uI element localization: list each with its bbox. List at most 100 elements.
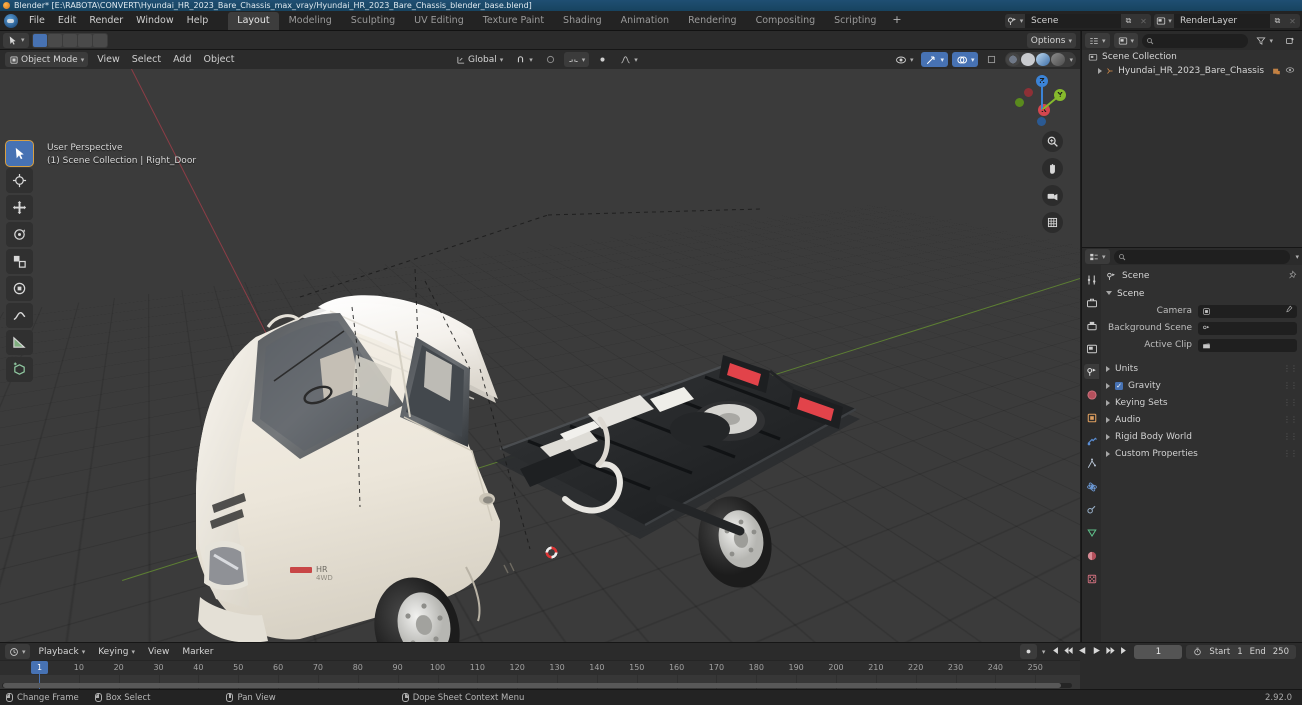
material-tab[interactable] (1084, 548, 1099, 563)
jump-start-button[interactable] (1049, 645, 1060, 659)
world-tab[interactable] (1084, 387, 1099, 402)
tab-rendering[interactable]: Rendering (679, 12, 746, 30)
timeline-ruler[interactable]: 10 20 30 40 50 60 70 80 90 100 110 120 130 140 150 160 1… (0, 660, 1080, 675)
background-scene-field[interactable] (1198, 321, 1297, 335)
shading-material-icon[interactable] (1036, 53, 1051, 66)
add-cube-tool[interactable] (6, 357, 33, 382)
tab-shading[interactable]: Shading (554, 12, 611, 30)
audio-section[interactable]: Audio ⋮⋮ (1106, 412, 1298, 427)
physics-tab[interactable] (1084, 479, 1099, 494)
new-collection-icon[interactable] (1281, 33, 1299, 48)
keying-menu[interactable]: Keying ▾ (94, 644, 139, 659)
playback-menu[interactable]: Playback ▾ (35, 644, 90, 659)
scale-tool[interactable] (6, 249, 33, 274)
proportional-editing-icon[interactable]: ▾ (563, 52, 590, 67)
texture-tab[interactable] (1084, 571, 1099, 586)
tab-compositing[interactable]: Compositing (747, 12, 825, 30)
viewport-menu-select[interactable]: Select (127, 52, 166, 67)
camera-icon[interactable] (1042, 185, 1063, 206)
output-tab[interactable] (1084, 318, 1099, 333)
visibility-icon[interactable]: ▾ (891, 52, 918, 67)
rigid-body-world-section[interactable]: Rigid Body World ⋮⋮ (1106, 429, 1298, 444)
unlink-scene-button[interactable]: ✕ (1136, 14, 1151, 28)
editor-type-icon-timeline[interactable]: ▾ (5, 644, 30, 659)
overlays-toggle[interactable]: ▾ (951, 52, 979, 67)
timeline-view-menu[interactable]: View (144, 644, 173, 659)
proportional-falloff-icon[interactable] (593, 52, 612, 67)
editor-type-icon-properties[interactable]: ▾ (1085, 249, 1110, 264)
next-keyframe-button[interactable] (1105, 645, 1116, 659)
visibility-eye-icon[interactable] (1285, 65, 1295, 78)
select-box-tool[interactable] (6, 141, 33, 166)
display-mode-icon[interactable]: ▾ (1113, 33, 1139, 48)
shading-mode-group[interactable]: ▾ (1005, 52, 1076, 67)
properties-options-caret[interactable]: ▾ (1295, 253, 1299, 261)
transform-orientation-selector[interactable]: Global ▾ (452, 52, 507, 67)
modifier-tab[interactable] (1084, 433, 1099, 448)
ortho-icon[interactable] (1042, 212, 1063, 233)
tab-layout[interactable]: Layout (228, 11, 279, 30)
start-value[interactable]: 1 (1237, 647, 1242, 657)
object-tab[interactable] (1084, 410, 1099, 425)
gizmo-toggle[interactable]: ▾ (921, 52, 948, 67)
select-set-icon[interactable] (32, 33, 47, 47)
outliner-search-input[interactable] (1142, 33, 1249, 48)
cursor-tool[interactable] (6, 168, 33, 193)
new-scene-button[interactable]: ⧉ (1121, 14, 1136, 28)
add-workspace-button[interactable]: + (886, 12, 907, 29)
play-button[interactable] (1091, 645, 1102, 659)
snap-target-icon[interactable] (541, 52, 560, 67)
falloff-curve-icon[interactable]: ▾ (616, 52, 642, 67)
custom-properties-section[interactable]: Custom Properties ⋮⋮ (1106, 446, 1298, 461)
auto-keying-caret[interactable]: ▾ (1042, 648, 1046, 656)
menu-window[interactable]: Window (130, 13, 179, 28)
shading-solid-icon[interactable] (1021, 53, 1036, 66)
viewlayer-name[interactable]: RenderLayer (1174, 14, 1270, 28)
play-reverse-button[interactable] (1077, 645, 1088, 659)
snap-magnet-icon[interactable]: ▾ (511, 52, 537, 67)
pan-icon[interactable] (1042, 158, 1063, 179)
navigation-gizmo[interactable]: Z Y X (1014, 73, 1068, 127)
data-tab[interactable] (1084, 525, 1099, 540)
active-tool-icon[interactable]: ▾ (3, 32, 29, 48)
select-mode-group[interactable] (31, 32, 108, 48)
prev-keyframe-button[interactable] (1063, 645, 1074, 659)
new-viewlayer-button[interactable]: ⧉ (1270, 14, 1285, 28)
editor-type-icon-outliner[interactable]: ▾ (1085, 33, 1110, 48)
camera-field[interactable] (1198, 304, 1297, 318)
blender-menu-icon[interactable] (4, 13, 18, 28)
filter-icon[interactable]: ▾ (1252, 33, 1277, 48)
select-intersect-icon[interactable] (92, 33, 107, 47)
jump-end-button[interactable] (1119, 645, 1130, 659)
tab-modeling[interactable]: Modeling (280, 12, 341, 30)
tab-animation[interactable]: Animation (612, 12, 678, 30)
options-button[interactable]: Options ▾ (1026, 33, 1076, 48)
outliner-row-scene-collection[interactable]: Scene Collection (1082, 50, 1302, 64)
tab-texture-paint[interactable]: Texture Paint (474, 12, 553, 30)
menu-file[interactable]: File (23, 13, 51, 28)
xray-toggle[interactable] (982, 52, 1001, 67)
tab-sculpting[interactable]: Sculpting (342, 12, 404, 30)
remove-viewlayer-button[interactable]: ✕ (1285, 14, 1300, 28)
eyedropper-icon[interactable] (1284, 305, 1293, 317)
pin-icon[interactable] (1287, 269, 1297, 283)
current-frame-field[interactable]: 1 (1134, 644, 1183, 659)
outliner-row-object[interactable]: Hyundai_HR_2023_Bare_Chassis (1082, 64, 1302, 78)
scene-panel-header[interactable]: Scene (1106, 287, 1297, 301)
zoom-icon[interactable] (1042, 131, 1063, 152)
render-tab[interactable] (1084, 295, 1099, 310)
tab-uv-editing[interactable]: UV Editing (405, 12, 473, 30)
scene-tab[interactable] (1084, 364, 1099, 379)
viewport-menu-view[interactable]: View (92, 52, 125, 67)
measure-tool[interactable] (6, 330, 33, 355)
viewport-menu-object[interactable]: Object (198, 52, 239, 67)
auto-keying-button[interactable] (1019, 644, 1037, 659)
annotate-tool[interactable] (6, 303, 33, 328)
mesh-data-icon[interactable] (1272, 66, 1281, 77)
viewlayer-selector[interactable]: ▾ RenderLayer ⧉ ✕ (1154, 14, 1300, 28)
gravity-section[interactable]: ✓ Gravity ⋮⋮ (1106, 378, 1298, 393)
menu-edit[interactable]: Edit (52, 13, 82, 28)
tool-tab[interactable] (1084, 272, 1099, 287)
constraints-tab[interactable] (1084, 502, 1099, 517)
viewport-menu-add[interactable]: Add (168, 52, 196, 67)
